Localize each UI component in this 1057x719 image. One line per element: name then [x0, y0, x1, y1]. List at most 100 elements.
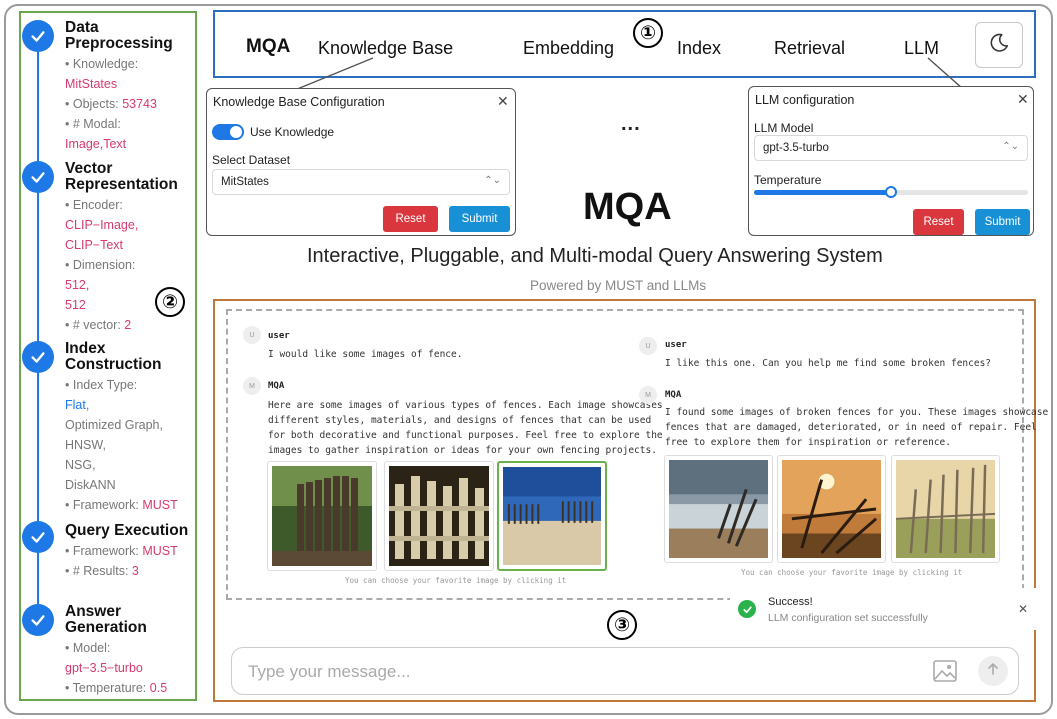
dataset-select[interactable]: MitStates ⌃⌄: [212, 169, 510, 195]
nav-embedding[interactable]: Embedding: [523, 38, 614, 59]
marker-two: ②: [155, 287, 185, 317]
arrow-up-icon: [986, 662, 1000, 681]
panel-title: LLM configuration: [755, 93, 855, 107]
chevron-updown-icon: ⌃⌄: [1002, 141, 1019, 152]
bot-message: Here are some images of various types of…: [268, 398, 663, 458]
toggle-label: Use Knowledge: [250, 125, 335, 139]
chevron-updown-icon: ⌃⌄: [484, 175, 501, 186]
send-button[interactable]: [978, 656, 1008, 686]
index-type: NSG,: [65, 458, 96, 472]
detail-label: • Model:: [65, 641, 111, 655]
detail-value: MUST: [142, 498, 178, 512]
bot-name: MQA: [665, 390, 682, 400]
close-icon[interactable]: ✕: [1018, 602, 1028, 616]
step-answer-generation: Answer Generation • Model: gpt−3.5−turbo…: [22, 604, 197, 700]
moon-icon: [988, 32, 1010, 59]
detail-value: 53743: [122, 97, 157, 111]
step-title: Answer Generation: [65, 603, 147, 636]
check-icon: [22, 20, 54, 52]
nav-knowledge-base[interactable]: Knowledge Base: [318, 38, 453, 59]
step-title: Vector Representation: [65, 160, 178, 193]
hero-subtitle: Interactive, Pluggable, and Multi-modal …: [307, 245, 883, 267]
step-details: • Encoder: CLIP−Image, CLIP−Text • Dimen…: [65, 195, 200, 335]
user-message: I would like some images of fence.: [268, 349, 463, 360]
model-select[interactable]: gpt-3.5-turbo ⌃⌄: [754, 135, 1028, 161]
index-type: Optimized Graph,: [65, 418, 163, 432]
detail-value: MitStates: [65, 77, 118, 91]
detail-value: 3: [131, 564, 139, 578]
step-title: Data Preprocessing: [65, 19, 173, 52]
index-type: DiskANN: [65, 478, 116, 492]
panel-title: Knowledge Base Configuration: [213, 95, 385, 109]
result-image[interactable]: [664, 455, 773, 563]
close-icon[interactable]: ✕: [1017, 91, 1029, 108]
reset-button[interactable]: Reset: [913, 209, 964, 235]
step-details: • Knowledge: MitStates • Objects: 53743 …: [65, 54, 200, 154]
top-navbar: MQA Knowledge Base Embedding Index Retri…: [213, 10, 1036, 78]
message-line: I found some images of broken fences for…: [665, 407, 1049, 418]
dataset-label: Select Dataset: [212, 153, 291, 167]
user-message: I like this one. Can you help me find so…: [665, 358, 992, 369]
detail-label: • # vector:: [65, 318, 121, 332]
step-details: • Model: gpt−3.5−turbo • Temperature: 0.…: [65, 638, 200, 698]
success-toast: Success! LLM configuration set successfu…: [730, 588, 1036, 630]
slider-fill: [754, 190, 891, 195]
result-image[interactable]: [267, 461, 377, 571]
nav-index[interactable]: Index: [677, 38, 721, 59]
check-icon: [22, 521, 54, 553]
detail-label: • # Results:: [65, 564, 129, 578]
detail-label: • Framework:: [65, 498, 139, 512]
submit-button[interactable]: Submit: [449, 206, 510, 232]
nav-llm[interactable]: LLM: [904, 38, 939, 59]
detail-label: • Objects:: [65, 97, 119, 111]
choose-hint: You can choose your favorite image by cl…: [345, 576, 567, 585]
submit-button[interactable]: Submit: [975, 209, 1030, 235]
message-line: free to explore them for inspiration or …: [665, 437, 951, 448]
slider-thumb[interactable]: [885, 186, 897, 198]
user-avatar: U: [243, 326, 261, 344]
result-image[interactable]: [384, 461, 494, 571]
bot-avatar: M: [639, 386, 657, 404]
detail-label: • Temperature:: [65, 681, 147, 695]
use-knowledge-toggle[interactable]: [212, 124, 244, 140]
toast-message: LLM configuration set successfully: [768, 612, 928, 624]
message-line: different styles, materials, and designs…: [268, 415, 652, 426]
step-details: • Framework: MUST • # Results: 3: [65, 541, 200, 581]
nav-retrieval[interactable]: Retrieval: [774, 38, 845, 59]
detail-value: 0.5: [149, 681, 168, 695]
nav-brand[interactable]: MQA: [246, 36, 290, 58]
powered-by: Powered by MUST and LLMs: [530, 278, 707, 293]
step-query-execution: Query Execution • Framework: MUST • # Re…: [22, 521, 197, 591]
image-upload-icon[interactable]: [932, 658, 958, 684]
detail-label: • Index Type:: [65, 378, 138, 392]
message-line: Here are some images of various types of…: [268, 400, 663, 411]
knowledge-base-panel: Knowledge Base Configuration ✕ Use Knowl…: [206, 88, 516, 236]
llm-config-panel: LLM configuration ✕ LLM Model gpt-3.5-tu…: [748, 86, 1034, 236]
choose-hint: You can choose your favorite image by cl…: [741, 568, 963, 577]
temperature-label: Temperature: [754, 173, 822, 187]
model-label: LLM Model: [754, 121, 814, 135]
detail-value: 512, 512: [65, 278, 90, 312]
result-image[interactable]: [891, 455, 1000, 563]
detail-value: Image,Text: [65, 137, 127, 151]
detail-label: • Knowledge:: [65, 57, 139, 71]
close-icon[interactable]: ✕: [497, 93, 509, 110]
check-icon: [22, 341, 54, 373]
bot-name: MQA: [268, 381, 285, 391]
user-name: user: [665, 340, 687, 350]
model-value: gpt-3.5-turbo: [763, 142, 829, 154]
detail-value: gpt−3.5−turbo: [65, 661, 143, 675]
check-icon: [22, 604, 54, 636]
result-image[interactable]: [777, 455, 886, 563]
temperature-slider[interactable]: [754, 186, 1028, 198]
marker-one: ①: [633, 18, 663, 48]
message-composer: [231, 647, 1019, 695]
detail-label: • Encoder:: [65, 198, 123, 212]
message-line: images to gather inspiration or ideas fo…: [268, 445, 657, 456]
theme-toggle-button[interactable]: [975, 22, 1023, 68]
toast-title: Success!: [768, 596, 813, 608]
message-input[interactable]: [248, 660, 888, 684]
result-image-selected[interactable]: [497, 461, 607, 571]
reset-button[interactable]: Reset: [383, 206, 438, 232]
user-avatar: U: [639, 337, 657, 355]
